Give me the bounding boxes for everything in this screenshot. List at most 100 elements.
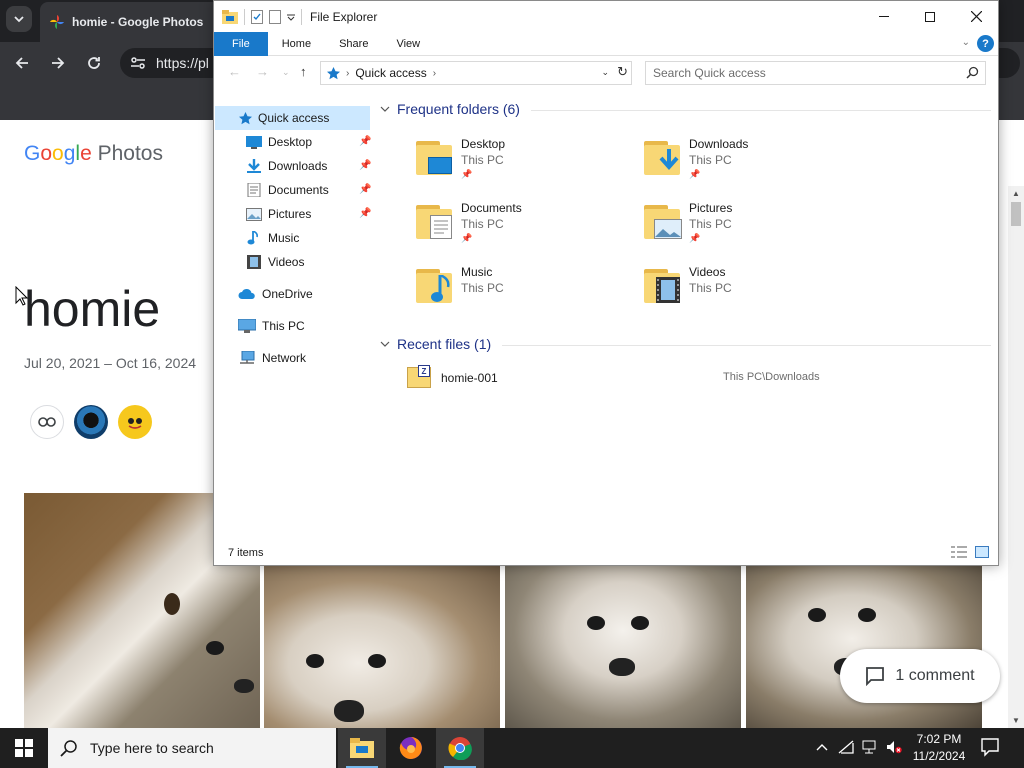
taskbar-search-box[interactable]: Type here to search	[48, 728, 336, 768]
album-photo[interactable]	[746, 566, 982, 728]
search-icon	[966, 66, 979, 79]
onedrive-cloud-icon	[238, 288, 255, 299]
nav-item-network[interactable]: Network	[238, 346, 306, 370]
clock-date: 11/2/2024	[912, 749, 966, 763]
folder-name: Music	[461, 265, 493, 279]
properties-icon[interactable]	[251, 9, 263, 24]
up-button[interactable]: ↑	[300, 64, 307, 79]
quick-access-star-icon	[239, 111, 252, 124]
refresh-icon[interactable]: ↻	[617, 64, 628, 80]
tab-file[interactable]: File	[214, 31, 268, 56]
pin-icon: 📌	[359, 184, 372, 195]
notifications-icon[interactable]	[980, 737, 1000, 762]
back-button[interactable]: ←	[228, 64, 241, 79]
reload-icon[interactable]	[83, 52, 105, 74]
nav-item-onedrive[interactable]: OneDrive	[238, 282, 313, 306]
folder-location: This PC	[689, 153, 732, 167]
forward-button[interactable]: →	[256, 64, 269, 79]
album-date-range: Jul 20, 2021 – Oct 16, 2024	[24, 355, 197, 371]
recent-files-header[interactable]: Recent files (1)	[380, 336, 491, 352]
page-scrollbar[interactable]: ▲ ▼	[1008, 186, 1024, 728]
forward-arrow-icon[interactable]	[47, 52, 69, 74]
large-icons-view-icon[interactable]	[975, 546, 989, 561]
pin-icon: 📌	[461, 169, 473, 179]
share-link-button[interactable]	[30, 405, 64, 439]
start-button[interactable]	[0, 728, 48, 768]
pin-icon: 📌	[689, 233, 701, 243]
search-icon	[60, 740, 77, 757]
tab-view[interactable]: View	[382, 32, 434, 56]
desktop-folder-icon	[416, 139, 454, 175]
recent-locations-icon[interactable]: ⌄	[282, 67, 290, 78]
nav-item-videos[interactable]: Videos	[246, 250, 304, 274]
folder-location: This PC	[689, 217, 732, 231]
nav-item-pictures[interactable]: Pictures	[246, 202, 311, 226]
search-box[interactable]: Search Quick access	[645, 61, 986, 85]
folder-location: This PC	[461, 153, 504, 167]
folder-tile-documents[interactable]: Documents This PC 📌	[414, 199, 634, 259]
close-button[interactable]	[953, 1, 999, 32]
google-photos-favicon	[50, 15, 64, 29]
window-title: File Explorer	[310, 9, 378, 24]
google-photos-logo[interactable]: Google Photos	[24, 142, 163, 166]
nav-item-downloads[interactable]: Downloads	[246, 154, 327, 178]
back-arrow-icon[interactable]	[11, 52, 33, 74]
network-icon	[240, 351, 255, 364]
taskbar-file-explorer[interactable]	[338, 728, 386, 768]
folder-tile-music[interactable]: Music This PC	[414, 263, 634, 323]
recent-file-row[interactable]: Z homie-001 This PC\Downloads	[407, 365, 1007, 391]
folder-tile-videos[interactable]: Videos This PC	[642, 263, 862, 323]
scroll-up-icon[interactable]: ▲	[1012, 189, 1020, 198]
nav-item-music[interactable]: Music	[246, 226, 299, 250]
address-location[interactable]: Quick access	[355, 66, 426, 80]
customize-qat-icon[interactable]	[287, 13, 295, 21]
quick-access-star-icon	[327, 66, 340, 79]
contributor-avatar[interactable]	[74, 405, 108, 439]
maximize-button[interactable]	[907, 1, 953, 32]
this-pc-icon	[238, 319, 256, 333]
folder-name: Downloads	[689, 137, 749, 151]
taskbar: Type here to search 7:02 PM 11/2/2024	[0, 728, 1024, 768]
album-title: homie	[24, 281, 161, 337]
album-photo[interactable]	[505, 566, 741, 728]
wired-network-icon[interactable]	[862, 740, 880, 757]
tab-home[interactable]: Home	[268, 32, 325, 56]
nav-item-quick-access[interactable]: Quick access	[215, 106, 370, 130]
address-dropdown-icon[interactable]: ⌄	[601, 67, 609, 78]
network-status-icon[interactable]	[838, 740, 854, 757]
album-photo[interactable]	[264, 566, 500, 728]
chevron-down-icon	[14, 15, 24, 22]
system-clock[interactable]: 7:02 PM 11/2/2024	[904, 731, 974, 765]
help-icon[interactable]: ?	[977, 35, 994, 52]
tab-search-button[interactable]	[6, 6, 32, 32]
minimize-button[interactable]	[861, 1, 907, 32]
nav-item-documents[interactable]: Documents	[246, 178, 329, 202]
chevron-down-icon	[380, 341, 390, 347]
file-explorer-icon	[350, 738, 374, 758]
taskbar-chrome[interactable]	[436, 728, 484, 768]
frequent-folders-header[interactable]: Frequent folders (6)	[380, 101, 520, 117]
folder-tile-downloads[interactable]: Downloads This PC 📌	[642, 135, 862, 195]
taskbar-firefox[interactable]	[387, 728, 435, 768]
show-hidden-icons-icon[interactable]	[816, 740, 828, 754]
tab-share[interactable]: Share	[325, 32, 382, 56]
folder-tile-desktop[interactable]: Desktop This PC 📌	[414, 135, 634, 195]
file-name: homie-001	[441, 371, 498, 385]
site-info-icon[interactable]	[130, 56, 146, 70]
file-explorer-window: File Explorer File Home Share View ⌄ ? ←…	[213, 0, 999, 566]
nav-label: Music	[268, 231, 300, 245]
nav-item-this-pc[interactable]: This PC	[238, 314, 305, 338]
browser-tab[interactable]: homie - Google Photos	[40, 2, 220, 42]
comments-button[interactable]: 1 comment	[840, 649, 1000, 703]
minimize-icon	[879, 16, 889, 17]
volume-muted-icon[interactable]	[886, 740, 902, 757]
scroll-down-icon[interactable]: ▼	[1012, 716, 1020, 725]
details-view-icon[interactable]	[951, 546, 967, 561]
expand-ribbon-icon[interactable]: ⌄	[962, 37, 970, 48]
address-bar[interactable]: › Quick access › ⌄ ↻	[320, 61, 632, 85]
contributor-avatar[interactable]	[118, 405, 152, 439]
nav-item-desktop[interactable]: Desktop	[246, 130, 312, 154]
folder-tile-pictures[interactable]: Pictures This PC 📌	[642, 199, 862, 259]
scrollbar-thumb[interactable]	[1011, 202, 1021, 226]
new-folder-icon[interactable]	[269, 9, 281, 24]
